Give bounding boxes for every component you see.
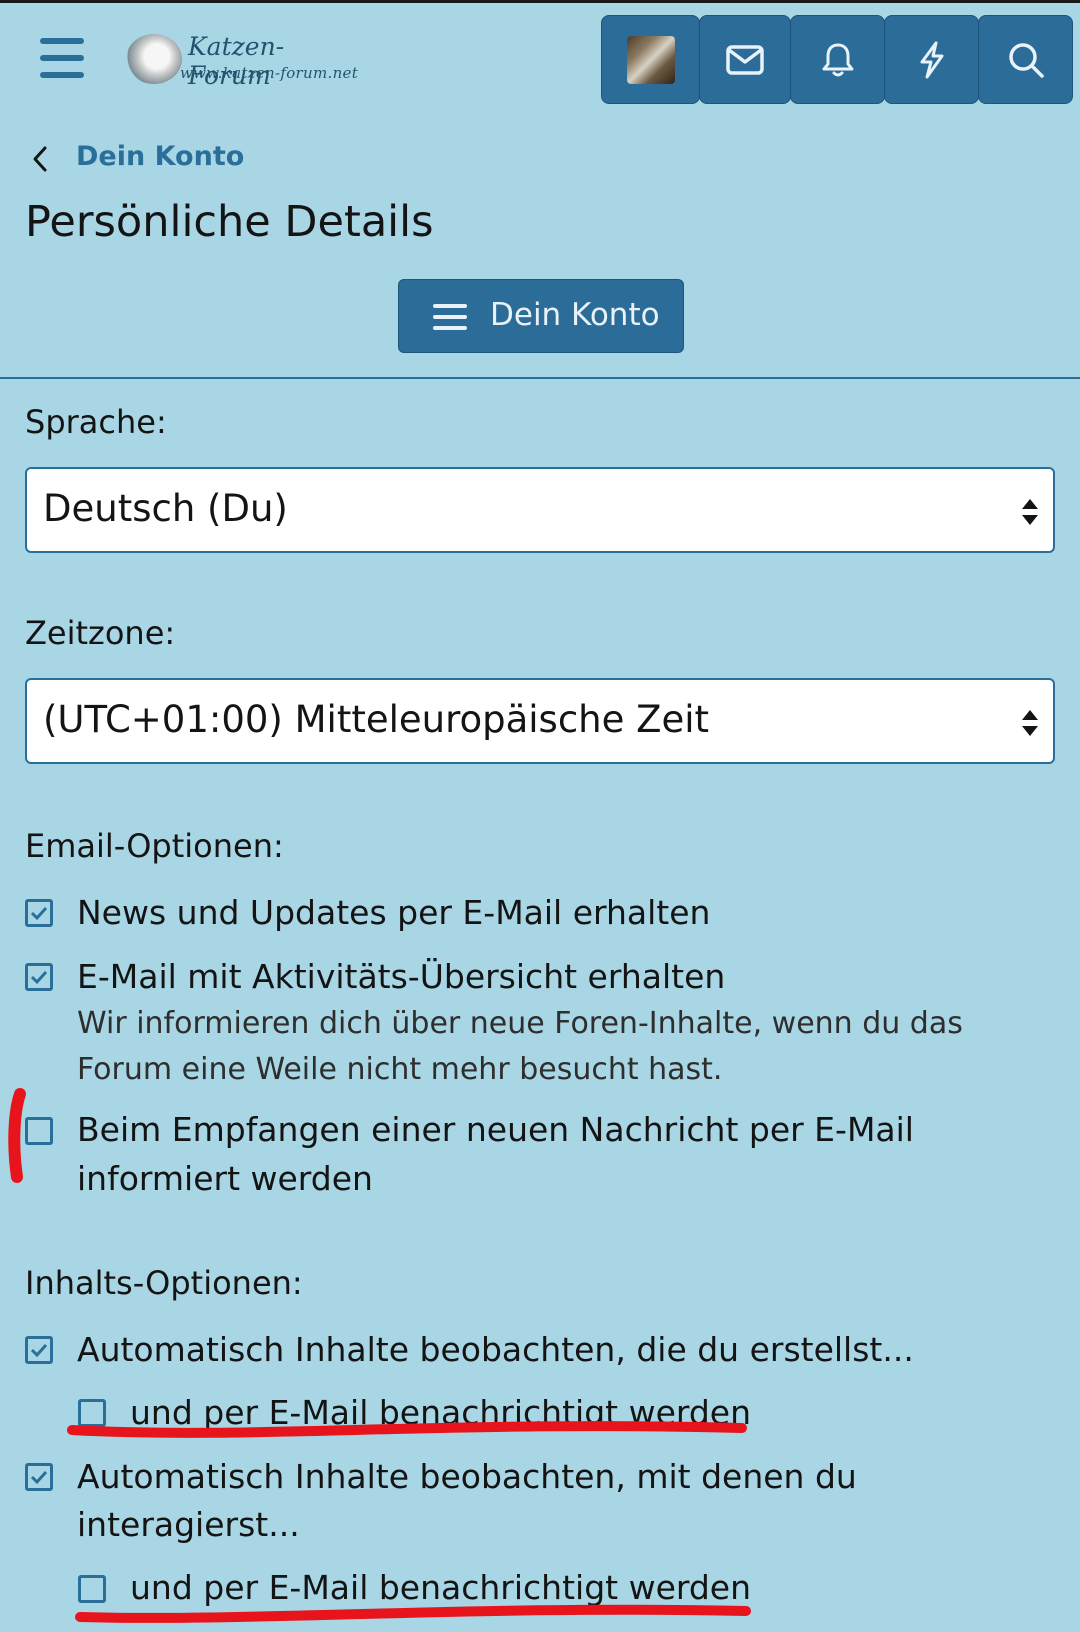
watch-interacted-content-label[interactable]: Automatisch Inhalte beobachten, mit dene… [77,1457,857,1496]
created-content-email-label[interactable]: und per E-Mail benachrichtigt werden [130,1393,751,1432]
activity-summary-checkbox[interactable] [25,963,53,991]
section-divider [0,377,1080,379]
site-logo[interactable]: Katzen-Forum www.katzen-forum.net [126,30,366,90]
watch-created-content-label[interactable]: Automatisch Inhalte beobachten, die du e… [77,1330,914,1369]
news-updates-label[interactable]: News und Updates per E-Mail erhalten [77,893,710,932]
timezone-label: Zeitzone: [25,614,176,652]
bell-icon [822,43,853,76]
timezone-value: (UTC+01:00) Mitteleuropäische Zeit [43,698,710,741]
watch-interacted-content-checkbox[interactable] [25,1463,53,1491]
logo-subtitle: www.katzen-forum.net [180,64,359,82]
interacted-content-email-checkbox[interactable] [78,1575,106,1603]
language-label: Sprache: [25,403,167,441]
inbox-button[interactable] [699,15,791,104]
chevron-left-icon[interactable] [30,145,50,173]
language-select[interactable]: Deutsch (Du) [25,467,1055,553]
menu-icon[interactable] [40,38,84,78]
search-icon [1008,42,1044,78]
content-options-label: Inhalts-Optionen: [25,1264,303,1302]
checkmark-icon [30,906,48,921]
select-arrows-icon [1022,710,1038,736]
new-message-email-checkbox[interactable] [25,1117,53,1145]
select-arrows-icon [1022,499,1038,525]
bolt-icon [920,41,943,78]
news-updates-checkbox[interactable] [25,899,53,927]
created-content-email-checkbox[interactable] [78,1399,106,1427]
account-menu-label: Dein Konto [490,297,660,333]
checkmark-icon [30,970,48,985]
whats-new-button[interactable] [884,15,979,104]
page-title: Persönliche Details [25,197,434,247]
alerts-button[interactable] [790,15,885,104]
watch-created-content-checkbox[interactable] [25,1336,53,1364]
activity-summary-hint: Wir informieren dich über neue Foren-Inh… [77,1006,963,1041]
email-options-label: Email-Optionen: [25,827,284,865]
checkmark-icon [30,1343,48,1358]
account-menu-button[interactable]: Dein Konto [398,279,684,353]
menu-icon [433,304,467,330]
activity-summary-hint-2: Forum eine Weile nicht mehr besucht hast… [77,1052,723,1087]
new-message-email-label-2[interactable]: informiert werden [77,1159,373,1198]
interacted-content-email-label[interactable]: und per E-Mail benachrichtigt werden [130,1568,751,1607]
envelope-icon [726,44,764,75]
avatar [626,35,675,84]
checkmark-icon [30,1470,48,1485]
activity-summary-label[interactable]: E-Mail mit Aktivitäts-Übersicht erhalten [77,957,725,996]
new-message-email-label[interactable]: Beim Empfangen einer neuen Nachricht per… [77,1110,914,1149]
breadcrumb-link[interactable]: Dein Konto [76,141,244,172]
watch-interacted-content-label-2[interactable]: interagierst... [77,1505,300,1544]
red-annotation-underline-2 [75,1604,751,1623]
language-value: Deutsch (Du) [43,487,288,530]
timezone-select[interactable]: (UTC+01:00) Mitteleuropäische Zeit [25,678,1055,764]
status-bar-edge [0,0,1080,3]
red-annotation-bracket [8,1088,26,1183]
account-avatar-button[interactable] [601,15,700,104]
search-button[interactable] [978,15,1073,104]
cat-logo-icon [126,34,182,84]
